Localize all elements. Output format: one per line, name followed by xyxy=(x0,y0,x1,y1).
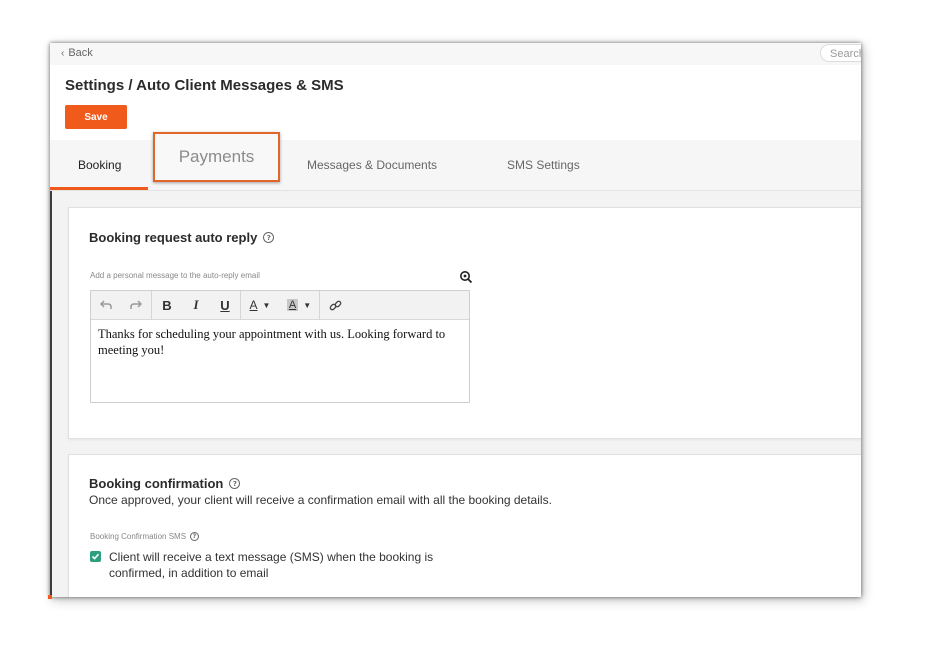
text-color-icon[interactable]: A ▼ xyxy=(241,291,279,319)
app-window: ‹ Back Search Settings / Auto Client Mes… xyxy=(50,43,861,597)
confirmation-heading: Booking confirmation ? xyxy=(89,476,241,491)
undo-icon[interactable] xyxy=(91,291,121,319)
confirmation-description: Once approved, your client will receive … xyxy=(89,493,552,507)
sms-label: Booking Confirmation SMS xyxy=(90,532,187,541)
tab-payments[interactable]: Payments xyxy=(153,132,280,182)
auto-reply-title: Booking request auto reply xyxy=(89,230,258,245)
active-tab-indicator xyxy=(50,187,148,190)
top-bar: ‹ Back Search xyxy=(50,43,861,65)
editor-label: Add a personal message to the auto-reply… xyxy=(90,271,260,280)
check-icon xyxy=(91,553,100,560)
page-title: Settings / Auto Client Messages & SMS xyxy=(65,77,344,94)
italic-icon[interactable]: I xyxy=(182,291,210,319)
sms-checkbox[interactable] xyxy=(90,551,101,562)
help-icon[interactable]: ? xyxy=(263,232,275,243)
redo-icon[interactable] xyxy=(121,291,151,319)
tab-sms-settings[interactable]: SMS Settings xyxy=(507,140,580,190)
page-header: Settings / Auto Client Messages & SMS Sa… xyxy=(50,65,861,140)
save-button[interactable]: Save xyxy=(65,105,127,129)
search-input[interactable]: Search xyxy=(820,44,861,62)
chevron-left-icon: ‹ xyxy=(61,47,65,59)
highlight-color-icon[interactable]: A ▼ xyxy=(279,291,319,319)
underline-icon[interactable]: U xyxy=(210,291,240,319)
auto-reply-heading: Booking request auto reply ? xyxy=(89,230,275,245)
help-icon[interactable]: ? xyxy=(229,478,241,489)
message-editor[interactable]: B I U A ▼ A ▼ Thanks for scheduling your a… xyxy=(90,290,470,403)
help-icon[interactable]: ? xyxy=(190,532,200,541)
auto-reply-card: Booking request auto reply ? Add a perso… xyxy=(68,207,861,439)
tab-messages-documents[interactable]: Messages & Documents xyxy=(307,140,437,190)
editor-toolbar: B I U A ▼ A ▼ xyxy=(91,291,469,320)
tab-booking[interactable]: Booking xyxy=(78,140,121,190)
sms-checkbox-label: Client will receive a text message (SMS)… xyxy=(109,550,434,580)
preview-icon[interactable] xyxy=(459,270,473,284)
link-icon[interactable] xyxy=(320,291,350,319)
confirmation-title: Booking confirmation xyxy=(89,476,224,491)
back-label: Back xyxy=(68,47,93,59)
back-link[interactable]: ‹ Back xyxy=(61,47,93,59)
sms-section-label: Booking Confirmation SMS ? xyxy=(90,532,200,541)
edge-mark xyxy=(48,595,52,599)
editor-content[interactable]: Thanks for scheduling your appointment w… xyxy=(98,326,464,358)
confirmation-card: Booking confirmation ? Once approved, yo… xyxy=(68,454,861,597)
bold-icon[interactable]: B xyxy=(152,291,182,319)
